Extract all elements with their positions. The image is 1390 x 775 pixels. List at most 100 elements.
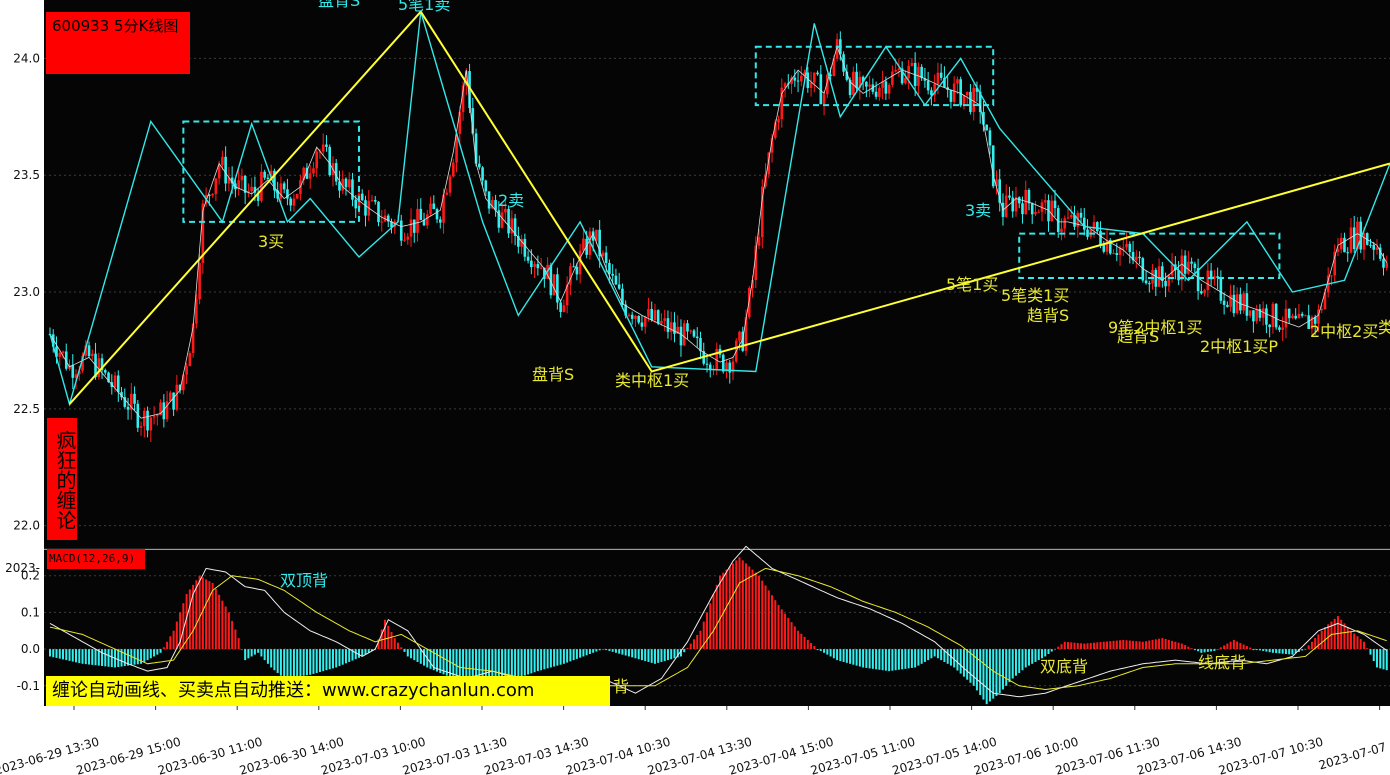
candle-body — [1190, 261, 1193, 264]
macd-bar — [136, 649, 139, 665]
candle-body — [669, 322, 673, 332]
candle-body — [939, 72, 943, 78]
macd-bar — [1138, 641, 1141, 650]
candle-body — [175, 384, 179, 410]
macd-bar — [218, 594, 221, 650]
candle-body — [663, 318, 667, 321]
candle-body — [321, 144, 325, 152]
candle-body — [61, 351, 65, 353]
macd-bar — [618, 649, 621, 654]
macd-bar — [715, 584, 718, 650]
macd-bar — [1080, 643, 1083, 650]
macd-bar — [1024, 649, 1027, 668]
side-label: 疯狂的缠论 — [47, 418, 77, 540]
candle-body — [1157, 266, 1161, 287]
macd-bar — [1366, 648, 1369, 650]
macd-bar — [58, 649, 61, 659]
macd-bar — [302, 649, 305, 676]
macd-bar — [361, 649, 364, 657]
macd-bar — [68, 649, 71, 661]
macd-bar — [533, 649, 536, 673]
macd-bar — [666, 649, 669, 661]
macd-bar — [253, 649, 256, 655]
candle-body — [240, 175, 244, 181]
macd-label: MACD(12,26,9) — [47, 549, 145, 569]
macd-bar — [1206, 649, 1209, 652]
macd-bar — [1047, 649, 1050, 654]
candle-body — [952, 83, 956, 102]
candle-body — [1375, 247, 1379, 250]
macd-bar — [279, 649, 282, 676]
macd-bar — [670, 649, 673, 660]
candle-body — [243, 175, 247, 193]
macd-bar — [540, 649, 543, 671]
candle-body — [813, 72, 816, 83]
macd-bar — [1210, 649, 1213, 652]
macd-bar — [1362, 641, 1365, 650]
macd-bar — [829, 649, 832, 657]
macd-bar — [523, 649, 526, 676]
candle-body — [1053, 200, 1057, 209]
candle-body — [1278, 327, 1281, 330]
candle-body — [312, 168, 315, 174]
macd-bar — [1307, 645, 1310, 650]
macd-bar — [605, 649, 608, 651]
candle-body — [630, 314, 634, 319]
macd-bar — [88, 649, 91, 665]
candle-body — [556, 274, 559, 303]
macd-bar — [260, 649, 263, 657]
macd-bar — [923, 649, 926, 662]
candle-body — [429, 203, 432, 215]
macd-bar — [1031, 649, 1034, 664]
macd-bar — [198, 575, 201, 650]
macd-bar — [582, 649, 585, 657]
candle-body — [406, 236, 410, 240]
macd-bar — [1112, 640, 1115, 650]
signal-annotation: 背 — [613, 677, 629, 696]
macd-bar — [289, 649, 292, 678]
signal-annotation: 类中枢1买 — [615, 371, 689, 390]
candle-body — [647, 308, 650, 317]
candle-body — [865, 81, 868, 87]
candle-body — [1105, 239, 1109, 252]
macd-bar — [52, 649, 55, 658]
candle-body — [988, 130, 992, 146]
candle-body — [1043, 200, 1047, 203]
candle-body — [354, 199, 358, 209]
macd-bar — [1184, 645, 1187, 650]
price-tick-label: 23.0 — [13, 285, 40, 299]
macd-bar — [725, 569, 728, 650]
macd-bar — [1356, 636, 1359, 650]
macd-bar — [1161, 638, 1164, 650]
macd-bar — [1320, 630, 1323, 650]
candle-body — [1255, 309, 1258, 322]
macd-bar — [101, 649, 104, 666]
candle-body — [562, 305, 566, 313]
price-tick-label: 22.0 — [13, 519, 40, 533]
macd-bar — [397, 642, 400, 650]
candle-body — [575, 266, 579, 275]
candle-body — [1304, 315, 1307, 317]
macd-bar — [1063, 641, 1066, 650]
macd-bar — [777, 605, 780, 650]
macd-bar — [413, 649, 416, 661]
candle-body — [1017, 197, 1021, 204]
macd-bar — [1054, 649, 1056, 651]
candle-body — [777, 119, 780, 123]
macd-bar — [1379, 649, 1382, 669]
macd-bar — [1164, 639, 1167, 650]
macd-bar — [836, 649, 839, 661]
macd-bar — [627, 649, 630, 657]
macd-bar — [520, 649, 523, 677]
macd-bar — [816, 649, 819, 651]
candle-body — [1187, 261, 1190, 274]
candle-body — [416, 208, 419, 233]
macd-bar — [1057, 646, 1060, 650]
candle-body — [1167, 275, 1171, 287]
macd-bar — [1353, 633, 1356, 650]
macd-bar — [650, 649, 653, 663]
macd-bar — [546, 649, 549, 669]
macd-bar — [930, 649, 933, 659]
candle-body — [842, 54, 845, 72]
signal-annotation: 2中枢2买 — [1310, 322, 1378, 341]
